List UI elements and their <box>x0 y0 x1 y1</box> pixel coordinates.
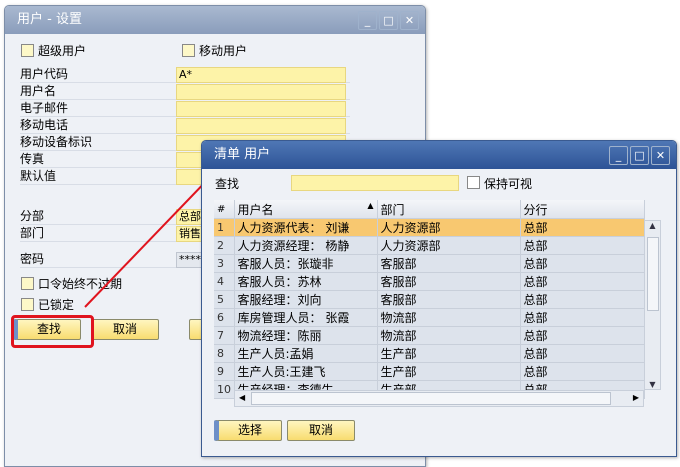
username-cell: 客服人员：张璇非 <box>234 254 378 273</box>
col-branch[interactable]: 分行 <box>520 200 645 219</box>
table-row[interactable]: 9 生产人员:王建飞 生产部 总部 <box>214 362 645 381</box>
cancel-button[interactable]: 取消 <box>287 420 355 441</box>
username-cell: 库房管理人员： 张霞 <box>234 308 378 327</box>
branch-cell: 总部 <box>520 326 645 345</box>
row-number: 7 <box>214 326 235 345</box>
table-row[interactable]: 4 客服人员：苏林 客服部 总部 <box>214 272 645 291</box>
department-cell: 生产部 <box>377 344 521 363</box>
maximize-icon[interactable]: □ <box>630 146 649 165</box>
branch-cell: 总部 <box>520 290 645 309</box>
department-cell: 客服部 <box>377 290 521 309</box>
horizontal-scrollbar[interactable]: ◀ ▶ <box>234 390 644 407</box>
username-cell: 生产人员:孟娟 <box>234 344 378 363</box>
department-cell: 人力资源部 <box>377 236 521 255</box>
username-cell: 人力资源经理： 杨静 <box>234 236 378 255</box>
row-number: 9 <box>214 362 235 381</box>
row-number: 3 <box>214 254 235 273</box>
user-table: # 用户名 ▲ 部门 分行 1 人力资源代表： 刘谦 人力资源部 总部 2 人力资源经理： … <box>214 200 645 399</box>
select-button[interactable]: 选择 <box>214 420 282 441</box>
title-bar: 清单 用户 <box>202 141 676 169</box>
branch-cell: 总部 <box>520 236 645 255</box>
username-cell: 生产人员:王建飞 <box>234 362 378 381</box>
row-number: 8 <box>214 344 235 363</box>
row-number: 1 <box>214 218 235 237</box>
col-department[interactable]: 部门 <box>377 200 521 219</box>
table-header: # 用户名 ▲ 部门 分行 <box>214 200 645 219</box>
branch-cell: 总部 <box>520 344 645 363</box>
col-username-label: 用户名 <box>237 202 274 217</box>
department-cell: 人力资源部 <box>377 218 521 237</box>
department-cell: 生产部 <box>377 362 521 381</box>
table-row[interactable]: 1 人力资源代表： 刘谦 人力资源部 总部 <box>214 218 645 237</box>
table-row[interactable]: 2 人力资源经理： 杨静 人力资源部 总部 <box>214 236 645 255</box>
find-label: 查找 <box>215 177 240 191</box>
row-number: 10 <box>214 380 235 399</box>
branch-cell: 总部 <box>520 362 645 381</box>
department-cell: 客服部 <box>377 272 521 291</box>
table-row[interactable]: 7 物流经理：陈丽 物流部 总部 <box>214 326 645 345</box>
scroll-thumb[interactable] <box>251 392 611 405</box>
row-number: 6 <box>214 308 235 327</box>
username-cell: 客服经理：刘向 <box>234 290 378 309</box>
window-title: 清单 用户 <box>214 147 271 162</box>
branch-cell: 总部 <box>520 308 645 327</box>
table-row[interactable]: 5 客服经理：刘向 客服部 总部 <box>214 290 645 309</box>
col-username[interactable]: 用户名 ▲ <box>234 200 378 219</box>
branch-cell: 总部 <box>520 218 645 237</box>
sort-ascending-icon: ▲ <box>367 200 374 210</box>
row-number: 4 <box>214 272 235 291</box>
table-row[interactable]: 6 库房管理人员： 张霞 物流部 总部 <box>214 308 645 327</box>
vertical-scrollbar[interactable]: ▲ ▼ <box>644 220 661 390</box>
user-list-window: 清单 用户 _ □ ✕ 查找 保持可视 # 用户名 ▲ 部门 分行 1 人力资源代表… <box>201 140 677 457</box>
branch-cell: 总部 <box>520 254 645 273</box>
scroll-down-icon[interactable]: ▼ <box>645 380 660 389</box>
find-input[interactable] <box>291 175 459 191</box>
row-number: 5 <box>214 290 235 309</box>
keep-visible-checkbox[interactable] <box>467 176 480 189</box>
department-cell: 物流部 <box>377 308 521 327</box>
col-number[interactable]: # <box>214 200 235 219</box>
username-cell: 人力资源代表： 刘谦 <box>234 218 378 237</box>
close-icon[interactable]: ✕ <box>651 146 670 165</box>
scroll-left-icon[interactable]: ◀ <box>239 393 245 402</box>
keep-visible-label: 保持可视 <box>484 177 533 191</box>
scroll-thumb[interactable] <box>647 237 659 311</box>
username-cell: 物流经理：陈丽 <box>234 326 378 345</box>
department-cell: 物流部 <box>377 326 521 345</box>
table-row[interactable]: 3 客服人员：张璇非 客服部 总部 <box>214 254 645 273</box>
department-cell: 客服部 <box>377 254 521 273</box>
scroll-up-icon[interactable]: ▲ <box>645 221 660 230</box>
scroll-right-icon[interactable]: ▶ <box>633 393 639 402</box>
minimize-icon[interactable]: _ <box>609 146 628 165</box>
table-row[interactable]: 8 生产人员:孟娟 生产部 总部 <box>214 344 645 363</box>
username-cell: 客服人员：苏林 <box>234 272 378 291</box>
row-number: 2 <box>214 236 235 255</box>
branch-cell: 总部 <box>520 272 645 291</box>
